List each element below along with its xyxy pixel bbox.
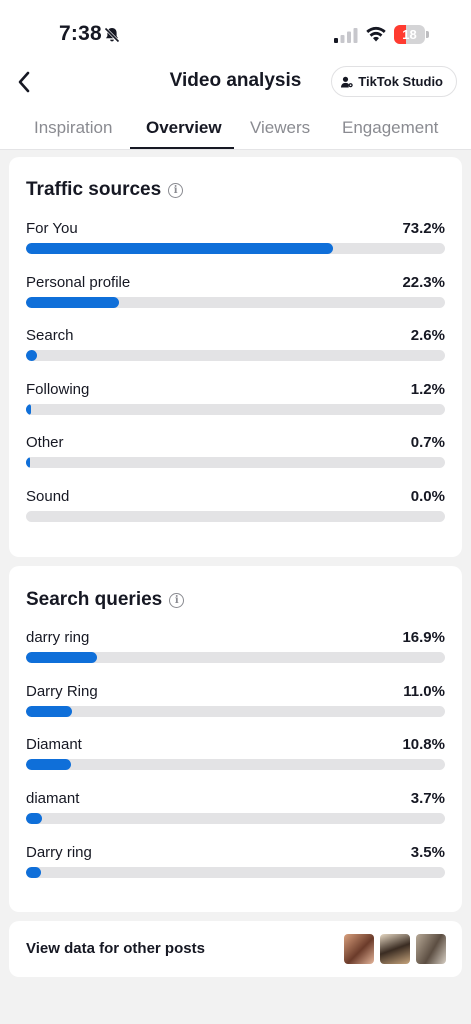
metric-value: 0.7% (410, 434, 445, 452)
metric-row: Search 2.6% (26, 327, 445, 373)
progress-track (26, 243, 445, 254)
progress-bar-fill (26, 652, 97, 663)
tab-inspiration[interactable]: Inspiration (34, 118, 112, 138)
progress-bar-fill (26, 243, 333, 254)
progress-track (26, 403, 445, 415)
traffic-sources-card: Traffic sources i For You 73.2% Personal p… (9, 157, 462, 557)
metric-row: Darry ring 3.5% (26, 844, 445, 890)
search-queries-heading: Search queries i (26, 589, 185, 611)
progress-bar-fill (26, 759, 72, 771)
progress-bar-fill (26, 866, 41, 878)
info-icon[interactable]: i (169, 592, 185, 608)
metric-value: 10.8% (402, 736, 445, 754)
progress-track (26, 759, 445, 771)
progress-track (26, 296, 445, 308)
metric-value: 16.9% (402, 629, 445, 646)
search-queries-title: Search queries (26, 589, 163, 610)
header: Video analysis TikTok Studio (0, 60, 471, 104)
tab-overview[interactable]: Overview (146, 118, 222, 138)
metric-row: diamant 3.7% (26, 790, 445, 836)
progress-track (26, 511, 445, 522)
progress-bar-fill (26, 705, 73, 717)
metric-label: Diamant (26, 736, 82, 754)
metric-value: 22.3% (402, 273, 445, 291)
metric-row: Other 0.7% (26, 434, 445, 480)
tab-viewers[interactable]: Viewers (250, 118, 310, 138)
search-queries-card: Search queries i darry ring 16.9% Darry Ri… (9, 566, 462, 912)
wifi-icon (366, 26, 386, 42)
traffic-sources-title: Traffic sources (26, 179, 162, 200)
metric-label: For You (26, 220, 78, 237)
post-thumbnail[interactable] (380, 934, 410, 964)
user-settings-icon (341, 76, 353, 87)
progress-bar-fill (26, 457, 30, 469)
metric-value: 0.0% (410, 488, 445, 505)
info-icon[interactable]: i (168, 182, 184, 198)
metric-value: 3.7% (410, 790, 445, 808)
progress-bar-fill (26, 296, 120, 308)
metric-label: Darry Ring (26, 682, 98, 700)
metric-label: Other (26, 434, 64, 452)
metric-label: diamant (26, 790, 80, 808)
progress-bar-fill (26, 350, 37, 362)
metric-label: Darry ring (26, 843, 92, 861)
metric-label: Sound (26, 488, 70, 505)
metric-label: Following (26, 380, 90, 398)
metric-row: Darry Ring 11.0% (26, 683, 445, 729)
metric-row: Diamant 10.8% (26, 736, 445, 782)
metric-row: Personal profile 22.3% (26, 274, 445, 320)
status-time: 7:38 (59, 22, 102, 45)
metric-label: Personal profile (26, 273, 131, 291)
metric-value: 1.2% (410, 380, 445, 398)
other-posts-label: View data for other posts (26, 940, 205, 957)
metric-label: darry ring (26, 629, 90, 646)
progress-track (26, 705, 445, 717)
tiktok-studio-button[interactable]: TikTok Studio (331, 66, 457, 97)
tab-engagement[interactable]: Engagement (342, 118, 438, 138)
active-tab-indicator (130, 147, 234, 149)
metric-row: darry ring 16.9% (26, 629, 445, 675)
status-bar: 7:38 18 (0, 0, 471, 60)
metric-row: For You 73.2% (26, 220, 445, 266)
progress-track (26, 350, 445, 362)
progress-track (26, 813, 445, 825)
post-thumbnail[interactable] (344, 934, 374, 964)
progress-track (26, 866, 445, 878)
tab-bar: Inspiration Overview Viewers Engagement (0, 104, 471, 150)
other-posts-row[interactable]: View data for other posts (9, 921, 462, 977)
progress-bar-fill (26, 813, 42, 825)
traffic-sources-heading: Traffic sources i (26, 179, 184, 201)
post-thumbnails (344, 934, 446, 964)
bell-muted-icon (104, 27, 120, 43)
metric-value: 73.2% (402, 220, 445, 237)
cellular-signal-icon (334, 28, 358, 43)
progress-track (26, 652, 445, 663)
metric-value: 11.0% (403, 682, 445, 700)
metric-value: 3.5% (410, 843, 445, 861)
progress-bar-fill (26, 403, 32, 415)
battery-icon: 18 (394, 25, 430, 44)
post-thumbnail[interactable] (416, 934, 446, 964)
progress-track (26, 457, 445, 469)
metric-row: Sound 0.0% (26, 488, 445, 534)
tiktok-studio-label: TikTok Studio (358, 74, 443, 89)
battery-percent: 18 (402, 27, 417, 42)
metric-row: Following 1.2% (26, 381, 445, 427)
metric-label: Search (26, 327, 74, 345)
metric-value: 2.6% (410, 327, 445, 345)
